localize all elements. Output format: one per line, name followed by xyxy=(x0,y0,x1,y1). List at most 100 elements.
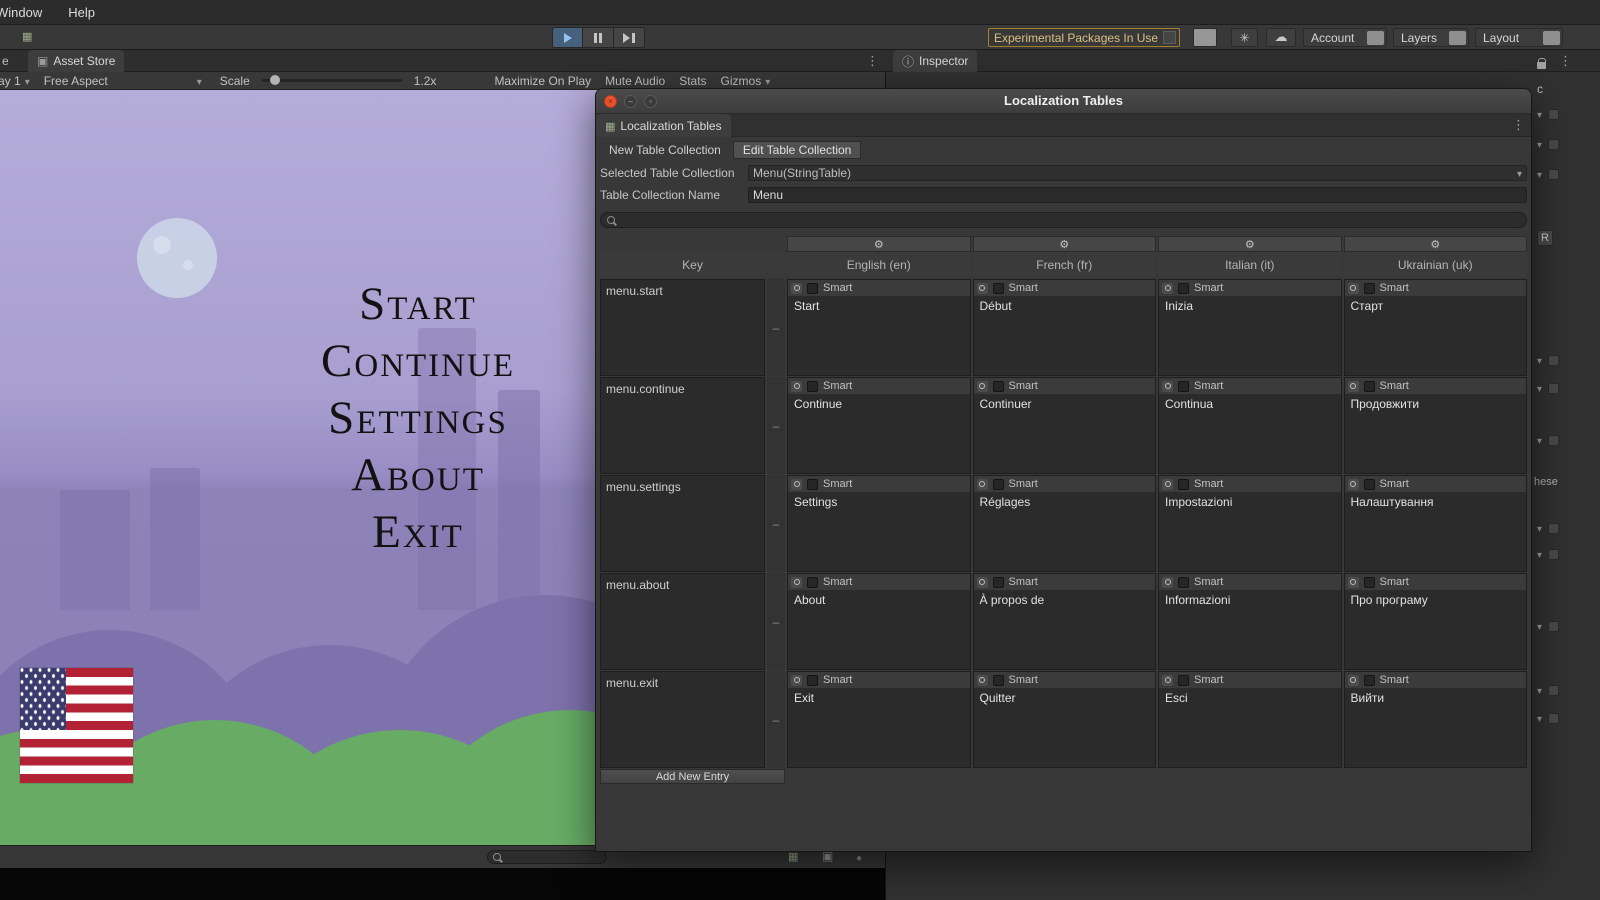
layout-dropdown[interactable]: Layout xyxy=(1475,28,1563,47)
strip-foldout[interactable] xyxy=(1537,710,1597,726)
cell-value[interactable]: Продовжити xyxy=(1345,394,1527,473)
add-new-entry-button[interactable]: Add New Entry xyxy=(600,769,785,784)
smart-checkbox[interactable] xyxy=(1364,283,1375,294)
key-cell[interactable]: menu.start xyxy=(600,279,765,376)
cell-value[interactable]: Quitter xyxy=(974,688,1156,767)
pause-button[interactable] xyxy=(583,27,614,48)
cell-value[interactable]: Exit xyxy=(788,688,970,767)
maximize-on-play-toggle[interactable]: Maximize On Play xyxy=(494,74,591,88)
mute-audio-toggle[interactable]: Mute Audio xyxy=(605,74,665,88)
stats-toggle[interactable]: Stats xyxy=(679,74,706,88)
cloud-button[interactable] xyxy=(1266,28,1296,47)
scale-slider-knob[interactable] xyxy=(270,75,280,85)
cell-value[interactable]: Inizia xyxy=(1159,296,1341,375)
cell-value[interactable]: Impostazioni xyxy=(1159,492,1341,571)
smart-checkbox[interactable] xyxy=(993,577,1004,588)
aspect-dropdown[interactable]: Free Aspect xyxy=(44,74,202,88)
strip-foldout[interactable] xyxy=(1537,106,1597,122)
status-dot-icon[interactable] xyxy=(856,850,862,864)
step-button[interactable] xyxy=(614,27,645,48)
smart-checkbox[interactable] xyxy=(807,381,818,392)
cell-value[interactable]: Вийти xyxy=(1345,688,1527,767)
cell-value[interactable]: About xyxy=(788,590,970,669)
strip-field[interactable] xyxy=(1548,109,1559,120)
column-settings-ukrainian[interactable] xyxy=(1344,236,1528,252)
smart-checkbox[interactable] xyxy=(993,675,1004,686)
game-menu-item-start[interactable]: Start xyxy=(321,276,515,333)
strip-foldout[interactable] xyxy=(1537,546,1597,562)
transform-tool-icon[interactable] xyxy=(22,29,32,43)
inspector-menu-icon[interactable] xyxy=(1559,53,1572,69)
column-settings-italian[interactable] xyxy=(1158,236,1342,252)
key-cell[interactable]: menu.exit xyxy=(600,671,765,768)
game-panel-menu-icon[interactable] xyxy=(866,53,879,69)
play-button[interactable] xyxy=(552,27,583,48)
row-drag-handle[interactable]: – xyxy=(767,475,785,572)
strip-field[interactable] xyxy=(1548,435,1559,446)
strip-foldout[interactable] xyxy=(1537,380,1597,396)
cell-value[interactable]: Informazioni xyxy=(1159,590,1341,669)
cell-value[interactable]: Start xyxy=(788,296,970,375)
smart-checkbox[interactable] xyxy=(1178,577,1189,588)
strip-field[interactable] xyxy=(1548,621,1559,632)
cell-value[interactable]: Старт xyxy=(1345,296,1527,375)
smart-checkbox[interactable] xyxy=(807,283,818,294)
row-drag-handle[interactable]: – xyxy=(767,377,785,474)
smart-checkbox[interactable] xyxy=(1364,577,1375,588)
console-search-input[interactable] xyxy=(487,850,607,864)
tab-asset-store[interactable]: Asset Store xyxy=(28,50,124,72)
smart-checkbox[interactable] xyxy=(993,283,1004,294)
key-cell[interactable]: menu.continue xyxy=(600,377,765,474)
edit-table-collection-button[interactable]: Edit Table Collection xyxy=(733,141,862,159)
strip-field[interactable] xyxy=(1548,685,1559,696)
smart-checkbox[interactable] xyxy=(1364,479,1375,490)
column-settings-english[interactable] xyxy=(787,236,971,252)
tab-localization-tables[interactable]: Localization Tables xyxy=(596,114,731,137)
layers-dropdown[interactable]: Layers xyxy=(1393,28,1469,47)
strip-field[interactable] xyxy=(1548,355,1559,366)
smart-checkbox[interactable] xyxy=(1178,381,1189,392)
menu-window[interactable]: Window xyxy=(0,5,42,20)
window-menu-icon[interactable] xyxy=(1512,117,1525,133)
table-collection-name-field[interactable]: Menu xyxy=(748,187,1527,203)
row-drag-handle[interactable]: – xyxy=(767,671,785,768)
smart-checkbox[interactable] xyxy=(807,675,818,686)
cell-value[interactable]: Esci xyxy=(1159,688,1341,767)
smart-checkbox[interactable] xyxy=(1178,675,1189,686)
cell-value[interactable]: Налаштування xyxy=(1345,492,1527,571)
new-table-collection-button[interactable]: New Table Collection xyxy=(600,141,730,159)
cell-value[interactable]: Réglages xyxy=(974,492,1156,571)
cell-value[interactable]: À propos de xyxy=(974,590,1156,669)
smart-checkbox[interactable] xyxy=(807,479,818,490)
strip-foldout[interactable] xyxy=(1537,682,1597,698)
game-tab-clipped[interactable]: e xyxy=(2,54,9,68)
strip-r-button[interactable]: R xyxy=(1537,230,1553,246)
table-search-input[interactable] xyxy=(600,212,1527,228)
cell-value[interactable]: Про програму xyxy=(1345,590,1527,669)
smart-checkbox[interactable] xyxy=(1364,381,1375,392)
smart-checkbox[interactable] xyxy=(993,381,1004,392)
strip-field[interactable] xyxy=(1548,169,1559,180)
game-menu-item-continue[interactable]: Continue xyxy=(321,333,515,390)
display-dropdown[interactable]: ay 1 xyxy=(0,74,30,88)
preview-package-button[interactable] xyxy=(1193,28,1217,47)
window-title-bar[interactable]: × – ▫ Localization Tables xyxy=(596,89,1531,114)
experimental-packages-badge[interactable]: Experimental Packages In Use xyxy=(988,28,1180,47)
smart-checkbox[interactable] xyxy=(1178,479,1189,490)
strip-field[interactable] xyxy=(1548,523,1559,534)
cell-value[interactable]: Settings xyxy=(788,492,970,571)
cell-value[interactable]: Début xyxy=(974,296,1156,375)
game-menu-item-exit[interactable]: Exit xyxy=(321,504,515,561)
smart-checkbox[interactable] xyxy=(1364,675,1375,686)
row-drag-handle[interactable]: – xyxy=(767,573,785,670)
strip-foldout[interactable] xyxy=(1537,618,1597,634)
strip-foldout[interactable] xyxy=(1537,352,1597,368)
strip-foldout[interactable] xyxy=(1537,432,1597,448)
strip-field[interactable] xyxy=(1548,713,1559,724)
key-cell[interactable]: menu.about xyxy=(600,573,765,670)
cell-value[interactable]: Continuer xyxy=(974,394,1156,473)
row-drag-handle[interactable]: – xyxy=(767,279,785,376)
menu-help[interactable]: Help xyxy=(68,5,95,20)
strip-foldout[interactable] xyxy=(1537,166,1597,182)
smart-checkbox[interactable] xyxy=(1178,283,1189,294)
